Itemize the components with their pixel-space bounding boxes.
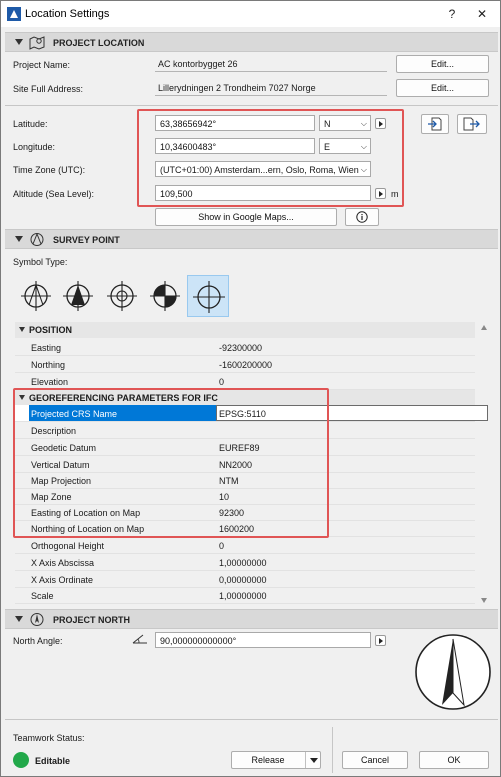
teamwork-status-label: Teamwork Status: (13, 733, 85, 743)
property-value: -1600200000 (219, 360, 273, 370)
property-key: X Axis Ordinate (31, 575, 94, 585)
title-bar: Location Settings ? ✕ (1, 1, 500, 27)
cancel-button[interactable]: Cancel (342, 751, 408, 769)
survey-symbol-1-icon (21, 281, 51, 311)
annotation-highlight-box (13, 388, 329, 538)
location-settings-dialog: Location Settings ? ✕ PROJECT LOCATION P… (0, 0, 501, 777)
north-compass-preview (415, 634, 491, 710)
close-button[interactable]: ✕ (471, 4, 493, 24)
divider (5, 719, 498, 720)
help-button[interactable]: ? (441, 4, 463, 24)
import-location-button[interactable] (421, 114, 449, 134)
import-icon (428, 117, 442, 131)
survey-symbol-5-button[interactable] (187, 275, 229, 317)
map-pin-icon (29, 36, 45, 50)
survey-symbol-2-icon (63, 281, 93, 311)
section-title: SURVEY POINT (53, 235, 120, 245)
property-key: Scale (31, 591, 54, 601)
site-address-label: Site Full Address: (13, 84, 84, 94)
property-value: -92300000 (219, 343, 263, 353)
survey-symbol-1-button[interactable] (15, 275, 57, 317)
collapse-triangle-icon (15, 39, 23, 45)
survey-symbol-4-button[interactable] (144, 275, 186, 317)
survey-symbol-2-button[interactable] (57, 275, 99, 317)
site-address-field: Lillerydningen 2 Trondheim 7027 Norge (155, 80, 387, 96)
teamwork-status-value: Editable (35, 756, 71, 766)
table-row[interactable]: Scale 1,00000000 (15, 587, 475, 604)
property-key: Easting (31, 343, 62, 353)
window-title: Location Settings (25, 8, 110, 20)
property-key: Northing (31, 360, 66, 370)
project-north-header[interactable]: PROJECT NORTH (5, 609, 498, 629)
timezone-label: Time Zone (UTC): (13, 165, 86, 175)
archicad-app-icon (7, 7, 21, 21)
project-location-header[interactable]: PROJECT LOCATION (5, 32, 498, 52)
property-value: 0 (219, 377, 225, 387)
survey-point-icon (30, 233, 44, 246)
property-value: 1,00000000 (219, 558, 267, 568)
position-group-header[interactable]: POSITION (15, 322, 475, 338)
project-name-label: Project Name: (13, 60, 71, 70)
survey-symbol-4-icon (150, 281, 180, 311)
compass-icon (30, 613, 44, 626)
release-button[interactable]: Release (231, 751, 321, 769)
property-key: Orthogonal Height (31, 541, 105, 551)
show-in-google-maps-button[interactable]: Show in Google Maps... (155, 208, 337, 226)
project-name-field: AC kontorbygget 26 (155, 56, 387, 72)
edit-project-name-button[interactable]: Edit... (396, 55, 489, 73)
table-row[interactable]: X Axis Ordinate 0,00000000 (15, 571, 475, 588)
edit-site-address-button[interactable]: Edit... (396, 79, 489, 97)
release-label: Release (251, 755, 285, 765)
status-indicator-icon (13, 752, 29, 768)
north-angle-input[interactable]: 90,000000000000° (155, 632, 371, 648)
group-title: POSITION (29, 325, 73, 335)
property-key: X Axis Abscissa (31, 558, 95, 568)
split-button-divider (305, 752, 306, 768)
property-value: 1,00000000 (219, 591, 267, 601)
symbol-type-label: Symbol Type: (13, 257, 68, 267)
collapse-triangle-icon (19, 327, 25, 332)
property-value: 0 (219, 541, 225, 551)
altitude-label: Altitude (Sea Level): (13, 189, 95, 199)
property-value: 0,00000000 (219, 575, 267, 585)
annotation-highlight-box (137, 109, 404, 207)
divider (332, 727, 333, 773)
info-button[interactable] (345, 208, 379, 226)
info-icon (356, 211, 368, 223)
section-title: PROJECT LOCATION (53, 38, 145, 48)
survey-symbol-5-icon (193, 281, 225, 313)
divider (5, 105, 498, 106)
section-title: PROJECT NORTH (53, 615, 131, 625)
survey-point-header[interactable]: SURVEY POINT (5, 229, 498, 249)
table-scrollbar[interactable] (479, 322, 489, 605)
collapse-triangle-icon (15, 616, 23, 622)
scroll-down-icon[interactable] (481, 598, 487, 603)
north-angle-arrow-button[interactable] (375, 635, 386, 646)
collapse-triangle-icon (15, 236, 23, 242)
north-angle-label: North Angle: (13, 636, 63, 646)
property-key: Elevation (31, 377, 69, 387)
angle-icon (132, 634, 147, 644)
survey-symbol-3-button[interactable] (101, 275, 143, 317)
scroll-up-icon[interactable] (481, 325, 487, 330)
table-row[interactable]: Orthogonal Height 0 (15, 537, 475, 554)
ok-button[interactable]: OK (419, 751, 489, 769)
table-row[interactable]: X Axis Abscissa 1,00000000 (15, 554, 475, 571)
survey-symbol-3-icon (107, 281, 137, 311)
longitude-label: Longitude: (13, 142, 56, 152)
table-row[interactable]: Easting -92300000 (15, 339, 475, 356)
latitude-label: Latitude: (13, 119, 48, 129)
export-location-button[interactable] (457, 114, 487, 134)
export-icon (463, 117, 480, 131)
table-row[interactable]: Northing -1600200000 (15, 356, 475, 373)
release-dropdown-icon[interactable] (310, 758, 318, 763)
